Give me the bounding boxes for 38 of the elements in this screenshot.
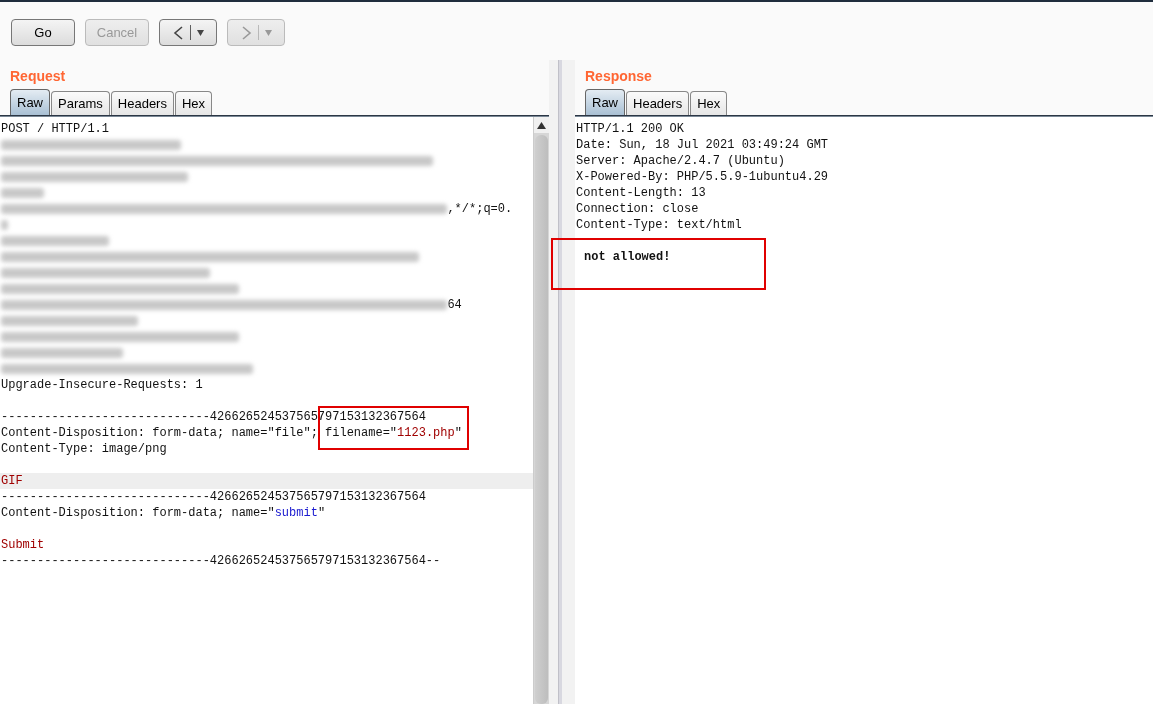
chevron-left-icon — [171, 24, 185, 41]
code-line: Connection: close — [576, 202, 699, 216]
code-line: Content-Type: text/html — [576, 218, 742, 232]
redacted-text — [1, 187, 45, 198]
code-line: POST / HTTP/1.1 — [1, 122, 110, 136]
code-line: Submit — [1, 538, 45, 552]
tab[interactable]: Hex — [690, 91, 728, 115]
code-line: Date: Sun, 18 Jul 2021 03:49:24 GMT — [576, 138, 829, 152]
code-line: GIF — [1, 474, 23, 488]
tab[interactable]: Headers — [626, 91, 690, 115]
code-line: X-Powered-By: PHP/5.5.9-1ubuntu4.29 — [576, 170, 829, 184]
code-line: -----------------------------426626524537565797153132367564 — [1, 490, 426, 504]
tab[interactable]: Hex — [174, 91, 213, 115]
code-line: Server: Apache/2.4.7 (Ubuntu) — [576, 154, 785, 168]
code-line: -----------------------------426626524537565797153132367564-- — [1, 554, 441, 568]
tab[interactable]: Headers — [110, 91, 174, 115]
pane-title: Response — [585, 68, 652, 84]
caret-icon — [195, 28, 205, 37]
code-line: Upgrade-Insecure-Requests: 1 — [1, 378, 203, 392]
tab[interactable]: Raw — [585, 89, 625, 115]
code-line: 64 — [447, 298, 462, 312]
tab[interactable]: Params — [51, 91, 110, 115]
scroll-up-icon[interactable] — [537, 121, 546, 129]
caret-icon — [263, 28, 273, 37]
code-line: Content-Disposition: form-data; name="submit" — [1, 506, 326, 520]
scrollbar[interactable] — [533, 117, 549, 704]
code-line: HTTP/1.1 200 OK — [576, 122, 685, 136]
text-editor[interactable]: HTTP/1.1 200 OK Date: Sun, 18 Jul 2021 03:49:24 GMT Server: Apache/2.4.7 (Ubuntu) X-Powered-By: PHP/5.5.9-1ubuntu4.29 Content-Length: 13 Connection: close Content-Type: text/html not allowed! — [575, 117, 1153, 704]
code-line: ,*/*;q=0. — [447, 202, 513, 216]
redacted-text — [1, 219, 9, 230]
response-body-text: not allowed! — [583, 250, 671, 264]
code-line: Content-Disposition: form-data; name="file"; filename="1123.php" — [1, 426, 462, 440]
back-button[interactable] — [159, 19, 217, 46]
code-line: Content-Length: 13 — [576, 186, 706, 200]
code-line: Content-Type: image/png — [1, 442, 167, 456]
pane-title: Request — [10, 68, 66, 84]
tab[interactable]: Raw — [10, 89, 50, 115]
go-button[interactable]: Go — [11, 19, 75, 46]
